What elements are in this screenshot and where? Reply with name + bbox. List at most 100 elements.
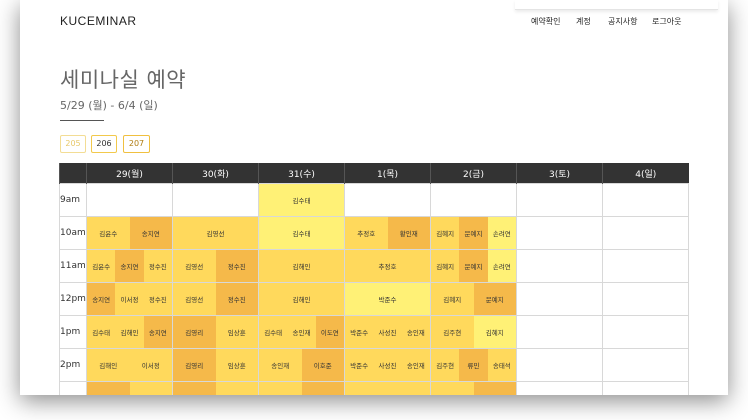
booking-block[interactable]: 김해인	[115, 316, 144, 348]
nav-notices[interactable]: 공지사항	[608, 16, 637, 27]
booking-block[interactable]: 송지연	[143, 316, 172, 348]
booking-block[interactable]	[215, 382, 258, 395]
booking-block[interactable]: 문예지	[473, 283, 516, 315]
slot-cell[interactable]: 김수태	[258, 183, 345, 217]
booking-block[interactable]: 김해인	[87, 349, 130, 381]
booking-block[interactable]: 김영선	[173, 217, 258, 249]
booking-block[interactable]: 임상훈	[215, 316, 258, 348]
slot-cell[interactable]	[430, 381, 517, 395]
slot-cell[interactable]	[602, 381, 689, 395]
slot-cell[interactable]: 박준수	[344, 282, 431, 316]
nav-logout[interactable]: 로그아웃	[652, 16, 681, 27]
slot-cell[interactable]	[516, 381, 603, 395]
booking-block[interactable]: 정수진	[215, 250, 258, 282]
slot-cell[interactable]: 김혜지 문예지 손려연	[430, 216, 517, 250]
slot-cell[interactable]: 김해인	[258, 282, 345, 316]
slot-cell[interactable]: 김윤수 송지연 정수진	[86, 249, 173, 283]
booking-block[interactable]: 문예지	[459, 250, 488, 282]
booking-block[interactable]: 김영선	[173, 283, 216, 315]
booking-block[interactable]	[345, 382, 430, 395]
slot-cell[interactable]: 김혜지 문예지	[430, 282, 517, 316]
booking-block[interactable]: 이서정	[129, 349, 172, 381]
slot-cell[interactable]	[602, 183, 689, 217]
booking-block[interactable]	[173, 382, 216, 395]
slot-cell[interactable]: 김영선	[172, 216, 259, 250]
booking-block[interactable]	[473, 382, 516, 395]
booking-block[interactable]: 추정호	[345, 250, 430, 282]
booking-block[interactable]: 김주현	[431, 349, 460, 381]
booking-block[interactable]	[431, 382, 474, 395]
slot-cell[interactable]: 박준수 사성진 송인재	[344, 315, 431, 349]
slot-cell[interactable]	[516, 216, 603, 250]
slot-cell[interactable]	[258, 381, 345, 395]
booking-block[interactable]: 박준수	[345, 316, 374, 348]
booking-block[interactable]: 김영리	[173, 349, 216, 381]
booking-block[interactable]: 김혜지	[431, 250, 460, 282]
slot-cell[interactable]	[86, 381, 173, 395]
slot-cell[interactable]	[602, 282, 689, 316]
slot-cell[interactable]	[602, 348, 689, 382]
slot-cell[interactable]: 김해인 이서정	[86, 348, 173, 382]
slot-cell[interactable]	[172, 183, 259, 217]
slot-cell[interactable]	[344, 183, 431, 217]
slot-cell[interactable]: 김영선 정수진	[172, 282, 259, 316]
slot-cell[interactable]: 김영리 임상훈	[172, 315, 259, 349]
slot-cell[interactable]	[344, 381, 431, 395]
booking-block[interactable]: 김윤수	[87, 217, 130, 249]
booking-block[interactable]: 김수태	[259, 217, 344, 249]
booking-block[interactable]: 이도연	[315, 316, 344, 348]
booking-block[interactable]: 정수진	[215, 283, 258, 315]
slot-cell[interactable]	[172, 381, 259, 395]
booking-block[interactable]: 임상훈	[215, 349, 258, 381]
booking-block[interactable]: 송지연	[87, 283, 116, 315]
booking-block[interactable]: 김해인	[259, 283, 344, 315]
brand-logo[interactable]: KUCEMINAR	[60, 14, 137, 28]
slot-cell[interactable]	[430, 183, 517, 217]
slot-cell[interactable]	[602, 315, 689, 349]
slot-cell[interactable]	[602, 216, 689, 250]
booking-block[interactable]: 김윤수	[87, 250, 116, 282]
booking-block[interactable]: 김혜지	[431, 217, 460, 249]
slot-cell[interactable]: 김수태 송인재 이도연	[258, 315, 345, 349]
slot-cell[interactable]	[516, 282, 603, 316]
booking-block[interactable]: 류민	[459, 349, 488, 381]
booking-block[interactable]	[129, 382, 172, 395]
booking-block[interactable]: 박준수	[345, 283, 430, 315]
booking-block[interactable]	[259, 382, 302, 395]
booking-block[interactable]: 송태석	[487, 349, 516, 381]
booking-block[interactable]: 사성진	[373, 316, 402, 348]
slot-cell[interactable]	[516, 348, 603, 382]
booking-block[interactable]: 이호준	[301, 349, 344, 381]
booking-block[interactable]: 문예지	[459, 217, 488, 249]
slot-cell[interactable]	[86, 183, 173, 217]
slot-cell[interactable]: 김해인	[258, 249, 345, 283]
booking-block[interactable]: 송지연	[115, 250, 144, 282]
nav-reservation-check[interactable]: 예약확인	[531, 16, 560, 27]
slot-cell[interactable]: 김수태	[258, 216, 345, 250]
slot-cell[interactable]: 송지연 이서정 정수진	[86, 282, 173, 316]
booking-block[interactable]	[87, 382, 130, 395]
booking-block[interactable]: 손려연	[487, 250, 516, 282]
slot-cell[interactable]: 김윤수 송지연	[86, 216, 173, 250]
nav-account[interactable]: 계정	[576, 16, 591, 27]
slot-cell[interactable]	[516, 249, 603, 283]
booking-block[interactable]: 황인재	[387, 217, 430, 249]
slot-cell[interactable]: 송인재 이호준	[258, 348, 345, 382]
slot-cell[interactable]: 김영리 임상훈	[172, 348, 259, 382]
slot-cell[interactable]: 김주현 김혜지	[430, 315, 517, 349]
booking-block[interactable]: 정수진	[143, 283, 172, 315]
booking-block[interactable]: 이서정	[115, 283, 144, 315]
slot-cell[interactable]	[602, 249, 689, 283]
booking-block[interactable]: 김영선	[173, 250, 216, 282]
booking-block[interactable]: 김영리	[173, 316, 216, 348]
slot-cell[interactable]	[516, 183, 603, 217]
booking-block[interactable]: 김혜지	[431, 283, 474, 315]
booking-block[interactable]: 사성진	[373, 349, 402, 381]
slot-cell[interactable]: 박준수 사성진 송인재	[344, 348, 431, 382]
room-button-0[interactable]: 205	[60, 135, 86, 153]
slot-cell[interactable]	[516, 315, 603, 349]
booking-block[interactable]: 김혜지	[473, 316, 516, 348]
room-button-2[interactable]: 207	[123, 135, 150, 153]
room-button-1[interactable]: 206	[91, 135, 117, 153]
slot-cell[interactable]: 추정호 황인재	[344, 216, 431, 250]
